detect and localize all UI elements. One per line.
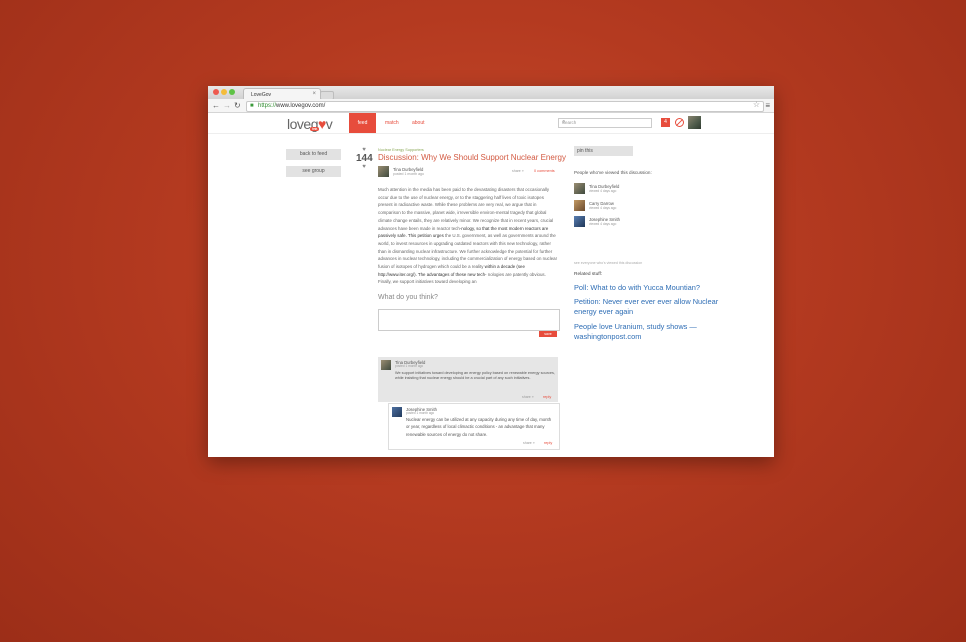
viewer-item[interactable]: Tina Durbeyfield viewed 4 days ago (574, 183, 674, 195)
browser-window: LoveGov × ← → ↻ ■ https://www.lovegov.co… (208, 86, 774, 457)
downvote-heart-icon[interactable]: ♥ (356, 164, 372, 170)
bookmark-star-icon[interactable]: ☆ (753, 100, 760, 109)
url-scheme: https:// (258, 103, 277, 109)
webpage: loveg♥v beta feed match about Search ⌕ 4… (208, 113, 774, 457)
minimize-window-button[interactable] (221, 89, 227, 95)
forward-arrow-icon[interactable]: → (223, 101, 231, 110)
author-avatar[interactable] (378, 166, 389, 177)
close-window-button[interactable] (213, 89, 219, 95)
save-button[interactable]: save (539, 331, 557, 338)
post-content: Nuclear Energy Supporters Discussion: Wh… (378, 148, 566, 338)
viewer-timestamp: viewed 4 days ago (589, 206, 617, 210)
logo-text-love: love (287, 116, 311, 132)
post-body: Much attention in the media has been pai… (378, 186, 559, 286)
comment-share-link[interactable]: share » (522, 395, 534, 399)
viewer-avatar[interactable] (574, 216, 585, 227)
comment-text: Nuclear energy can be utilized at any ca… (406, 417, 552, 437)
url-input[interactable]: ■ https://www.lovegov.com/ (246, 101, 764, 112)
viewer-item[interactable]: Carry Darrow viewed 4 days ago (574, 200, 674, 212)
block-icon[interactable] (675, 118, 684, 127)
nav-match[interactable]: match (385, 113, 399, 133)
pin-this-button[interactable]: pin this (574, 146, 633, 156)
comment-textarea[interactable] (378, 309, 560, 332)
post-title: Discussion: Why We Should Support Nuclea… (378, 153, 566, 162)
url-text: https://www.lovegov.com/ (258, 103, 325, 109)
reload-icon[interactable]: ↻ (234, 101, 241, 110)
comment-reply-link[interactable]: reply (544, 441, 552, 445)
comment-share-link[interactable]: share » (523, 441, 535, 445)
viewer-timestamp: viewed 4 days ago (589, 222, 617, 226)
comment-item: Tina Durbeyfield posted 1 month ago We s… (378, 357, 558, 402)
beta-badge: beta (310, 127, 319, 131)
post-body-text: the U.S. government, as well as governme… (378, 233, 558, 270)
logo-text-v: v (325, 116, 333, 132)
comments-count-link[interactable]: 0 comments (534, 169, 555, 173)
comment-timestamp: posted 1 month ago (406, 411, 435, 415)
search-input[interactable]: Search ⌕ (558, 118, 652, 128)
site-header: loveg♥v beta feed match about Search ⌕ 4 (208, 113, 774, 134)
url-domain: www.lovegov.com/ (276, 103, 326, 109)
notification-count-badge[interactable]: 4 (661, 118, 670, 127)
viewer-avatar[interactable] (574, 183, 585, 194)
nav-about[interactable]: about (412, 113, 425, 133)
related-heading: Related stuff: (574, 272, 603, 277)
vote-score: 144 (356, 153, 373, 164)
related-link[interactable]: Poll: What to do with Yucca Mountian? (574, 283, 719, 293)
comment-text: We support initiatives toward developing… (395, 371, 555, 380)
back-to-feed-button[interactable]: back to feed (286, 149, 341, 160)
share-link[interactable]: share » (512, 169, 524, 173)
comment-avatar[interactable] (392, 407, 402, 417)
related-link[interactable]: Petition: Never ever ever ever allow Nuc… (574, 297, 719, 317)
post-author-row: Tina Durbeyfield posted 1 month ago shar… (378, 166, 559, 180)
comment-item: Josephine Smith posted 1 month ago Nucle… (388, 403, 560, 450)
lock-icon: ■ (250, 103, 254, 109)
comment-avatar[interactable] (381, 360, 391, 370)
back-arrow-icon[interactable]: ← (212, 101, 220, 110)
browser-menu-icon[interactable]: ≡ (765, 101, 770, 110)
see-all-viewers-link[interactable]: see everyone who's viewed this discussio… (574, 261, 642, 265)
related-link[interactable]: People love Uranium, study shows — washi… (574, 322, 719, 342)
vote-widget: ♥ 144 ♥ (356, 147, 373, 170)
heart-icon: ♥ (317, 116, 326, 132)
comment-reply-link[interactable]: reply (543, 395, 551, 399)
viewer-avatar[interactable] (574, 200, 585, 211)
comment-timestamp: posted 1 month ago (395, 364, 424, 368)
maximize-window-button[interactable] (229, 89, 235, 95)
post-timestamp: posted 1 month ago (393, 172, 424, 176)
search-icon[interactable]: ⌕ (562, 119, 649, 126)
post-category-link[interactable]: Nuclear Energy Supporters (378, 148, 559, 152)
site-logo[interactable]: loveg♥v beta (287, 116, 333, 132)
viewer-item[interactable]: Josephine Smith viewed 4 days ago (574, 216, 674, 228)
viewer-timestamp: viewed 4 days ago (589, 189, 617, 193)
post-body-text: Much attention in the media has been pai… (378, 187, 554, 231)
tab-title: LoveGov (251, 92, 272, 98)
tab-close-icon[interactable]: × (312, 91, 316, 97)
nav-feed[interactable]: feed (349, 113, 376, 133)
browser-titlebar: LoveGov × (208, 86, 774, 100)
address-bar: ← → ↻ ■ https://www.lovegov.com/ ☆ ≡ (208, 99, 774, 113)
viewers-heading: People who've viewed this discussion: (574, 170, 652, 175)
user-avatar[interactable] (688, 116, 701, 129)
see-group-button[interactable]: see group (286, 166, 341, 177)
comment-prompt: What do you think? (378, 294, 438, 302)
